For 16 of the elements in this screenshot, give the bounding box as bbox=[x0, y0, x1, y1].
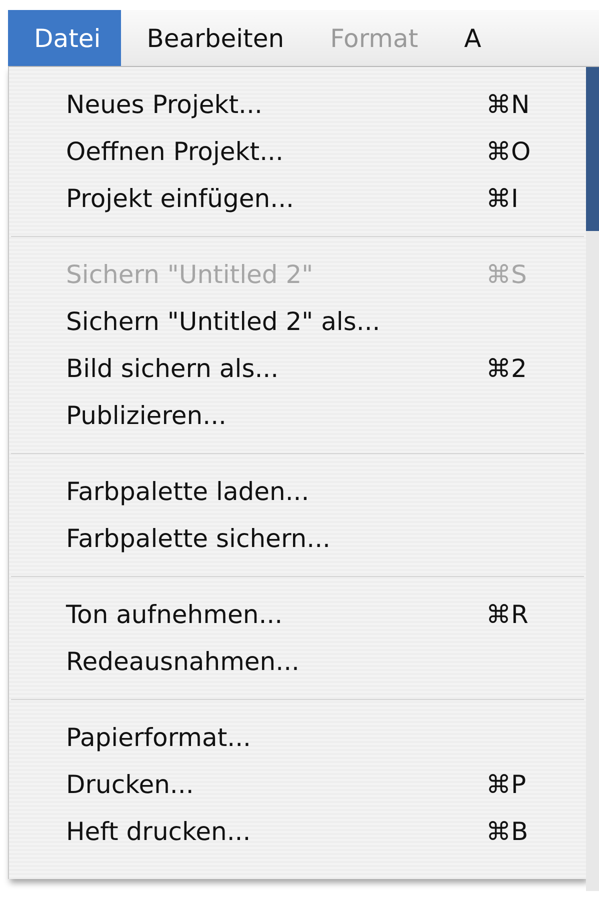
menu-item[interactable]: Heft drucken... ⌘B bbox=[9, 808, 586, 855]
menu-bar-item[interactable]: Bearbeiten bbox=[120, 10, 304, 66]
menu-item[interactable]: Publizieren... bbox=[9, 392, 586, 439]
menu-item[interactable]: Farbpalette sichern... bbox=[9, 515, 586, 562]
menu-item[interactable]: Drucken... ⌘P bbox=[9, 761, 586, 808]
menu-item[interactable]: Redeausnahmen... bbox=[9, 638, 586, 685]
menu-item[interactable]: Projekt einfügen... ⌘I bbox=[9, 175, 586, 222]
menu-item[interactable]: Farbpalette laden... bbox=[9, 468, 586, 515]
menu-bar-item[interactable]: Datei bbox=[8, 10, 121, 66]
menu-item[interactable]: Oeffnen Projekt... ⌘O bbox=[9, 128, 586, 175]
menu-item[interactable]: Sichern "Untitled 2" als... bbox=[9, 298, 586, 345]
menu-bar-item[interactable]: A bbox=[438, 10, 502, 66]
menu-item[interactable]: Neues Projekt... ⌘N bbox=[9, 81, 586, 128]
menu-item[interactable]: Ton aufnehmen... ⌘R bbox=[9, 591, 586, 638]
menu-item[interactable]: Bild sichern als... ⌘2 bbox=[9, 345, 586, 392]
menu-item[interactable]: Papierformat... bbox=[9, 714, 586, 761]
